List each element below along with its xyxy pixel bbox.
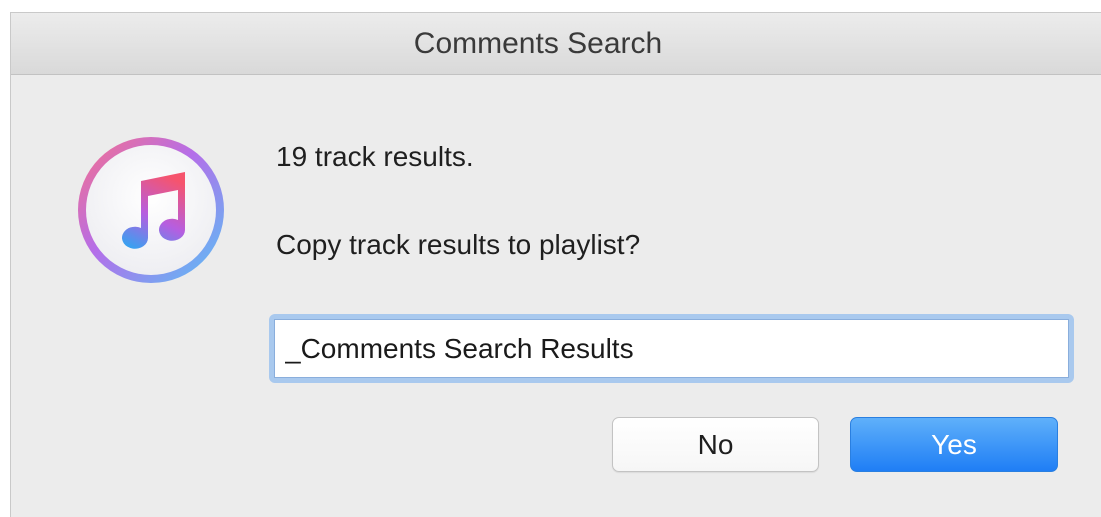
itunes-icon — [75, 134, 227, 286]
yes-button[interactable]: Yes — [850, 417, 1058, 472]
dialog-window: Comments Search 19 track results. Copy t… — [10, 12, 1101, 517]
title-bar[interactable]: Comments Search — [11, 13, 1101, 75]
copy-prompt-text: Copy track results to playlist? — [276, 229, 641, 260]
no-button[interactable]: No — [612, 417, 819, 472]
playlist-name-field-focus-ring — [269, 314, 1074, 383]
result-count-text: 19 track results. — [276, 141, 474, 172]
playlist-name-input[interactable] — [274, 319, 1069, 378]
window-title: Comments Search — [413, 26, 663, 60]
